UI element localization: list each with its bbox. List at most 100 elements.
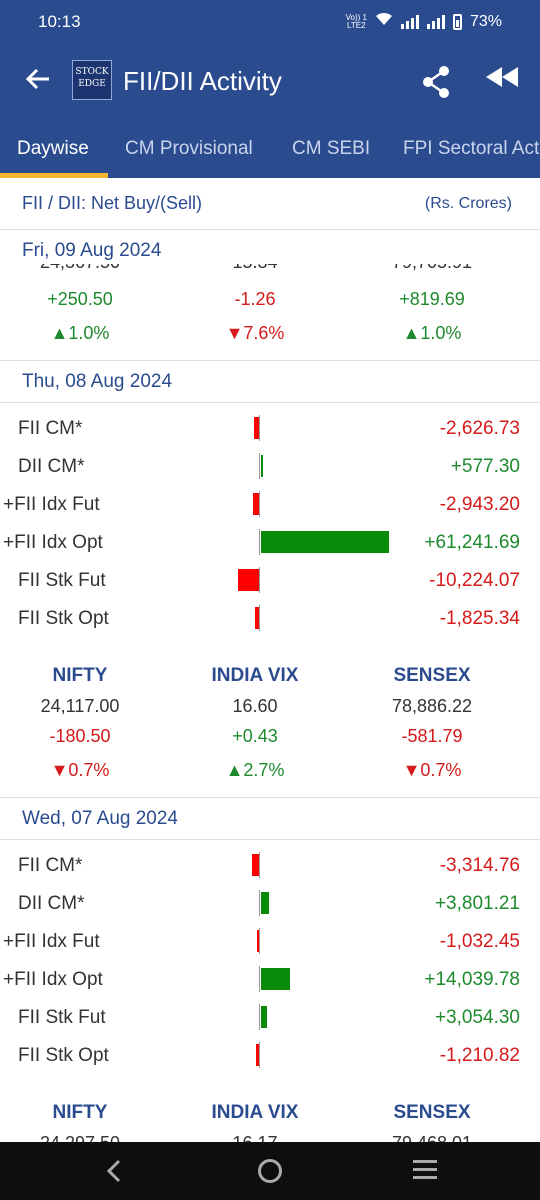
index-value: 16.60 [232, 696, 278, 716]
back-arrow-icon[interactable] [20, 64, 56, 100]
flow-label: +FII Idx Fut [3, 931, 100, 952]
network-indicator: Vo)) 1 LTE2 [346, 13, 367, 30]
flow-label: +FII Idx Fut [3, 494, 100, 515]
bar-axis [259, 852, 260, 878]
bar-axis [259, 605, 260, 631]
flow-label: FII Stk Fut [18, 1007, 106, 1028]
nav-home-icon[interactable] [258, 1159, 282, 1183]
bar-axis [259, 966, 260, 992]
flow-row: FII Stk Opt -1,210.82 [0, 1037, 540, 1075]
flow-value: -1,825.34 [439, 608, 520, 629]
index-change: +819.69 [399, 289, 465, 309]
buy-bar [261, 892, 269, 914]
date-label: Thu, 08 Aug 2024 [22, 371, 173, 392]
index-name: NIFTY [52, 1102, 108, 1123]
bar-axis [259, 529, 260, 555]
flow-row: FII Stk Fut -10,224.07 [0, 562, 540, 600]
flow-row: DII CM* +3,801.21 [0, 885, 540, 923]
sell-bar [253, 417, 259, 439]
flow-row: +FII Idx Fut -1,032.45 [0, 923, 540, 961]
index-change: -581.79 [401, 726, 463, 746]
bar-axis [259, 928, 260, 954]
index-value: 24,117.00 [40, 696, 120, 716]
bar-axis [259, 1042, 260, 1068]
flow-value: -1,032.45 [439, 931, 520, 952]
tab-cm-provisional[interactable]: CM Provisional [125, 138, 253, 160]
flow-label: +FII Idx Opt [3, 532, 103, 553]
logo-text-bottom: EDGE [78, 79, 106, 89]
flow-value: +577.30 [450, 456, 520, 477]
flow-value: +3,054.30 [434, 1007, 520, 1028]
sell-bar [256, 930, 259, 952]
index-percent: ▼0.7% [50, 760, 110, 780]
bar-axis [259, 415, 260, 441]
flow-label: FII CM* [18, 418, 83, 439]
buy-bar [261, 531, 389, 553]
flow-value: -2,943.20 [439, 494, 520, 515]
buy-bar [261, 968, 291, 990]
flow-row: +FII Idx Fut -2,943.20 [0, 486, 540, 524]
flow-label: FII CM* [18, 855, 83, 876]
index-values-clipped: 24,367.50 15.34 79,705.91 [0, 264, 540, 274]
sell-bar [252, 854, 259, 876]
flow-label: FII Stk Opt [18, 1045, 109, 1066]
flow-value: -3,314.76 [439, 855, 520, 876]
tab-cm-sebi[interactable]: CM SEBI [292, 138, 370, 160]
flow-label: DII CM* [18, 456, 85, 477]
bar-axis [259, 453, 260, 479]
nav-back-icon[interactable] [100, 1156, 130, 1186]
wifi-icon [375, 12, 393, 31]
index-percent: ▲2.7% [225, 760, 285, 780]
battery-icon [452, 13, 462, 30]
rewind-icon[interactable] [482, 64, 522, 100]
date-bar[interactable]: Wed, 07 Aug 2024 [0, 798, 540, 840]
flow-value: +61,241.69 [424, 532, 520, 553]
index-change: +0.43 [232, 726, 278, 746]
system-nav-bar [0, 1142, 540, 1200]
table-header: FII / DII: Net Buy/(Sell) (Rs. Crores) [0, 178, 540, 230]
flow-row: FII Stk Opt -1,825.34 [0, 600, 540, 638]
flow-row: FII CM* -2,626.73 [0, 410, 540, 448]
index-change: -1.26 [234, 289, 276, 309]
date-label: Wed, 07 Aug 2024 [22, 808, 178, 829]
flow-row: DII CM* +577.30 [0, 448, 540, 486]
content-scroll[interactable]: FII / DII: Net Buy/(Sell) (Rs. Crores) F… [0, 178, 540, 1142]
flow-label: FII Stk Fut [18, 570, 106, 591]
index-value: 24,297.50 [0, 1133, 160, 1142]
tab-bar: Daywise CM Provisional CM SEBI FPI Secto… [0, 124, 540, 178]
tab-fpi-sectoral[interactable]: FPI Sectoral Act [403, 138, 539, 160]
index-name: SENSEX [393, 1102, 471, 1123]
tab-daywise[interactable]: Daywise [17, 138, 89, 160]
index-percent: ▲1.0% [402, 323, 462, 343]
index-value: 78,886.22 [391, 696, 473, 716]
index-percent: ▲1.0% [50, 323, 110, 343]
signal-icon-2 [426, 14, 445, 29]
index-value: 79,468.01 [352, 1133, 512, 1142]
flow-value: -2,626.73 [439, 418, 520, 439]
signal-icon [400, 14, 419, 29]
flow-row: FII CM* -3,314.76 [0, 847, 540, 885]
index-value: 15.34 [175, 264, 335, 273]
page-title: FII/DII Activity [123, 66, 282, 96]
index-value: 24,367.50 [0, 264, 160, 273]
sell-bar [256, 1044, 259, 1066]
flow-label: FII Stk Opt [18, 608, 109, 629]
flow-value: -10,224.07 [429, 570, 520, 591]
bar-axis [259, 1004, 260, 1030]
index-name: SENSEX [393, 665, 471, 686]
date-bar[interactable]: Thu, 08 Aug 2024 [0, 361, 540, 403]
share-icon[interactable] [418, 62, 454, 102]
logo-text-top: STOCK [75, 67, 109, 77]
bar-axis [259, 890, 260, 916]
header-title: FII / DII: Net Buy/(Sell) [22, 193, 203, 213]
status-time: 10:13 [38, 12, 81, 31]
index-name: INDIA VIX [211, 665, 299, 686]
stockedge-logo: STOCK EDGE [72, 60, 112, 100]
nav-recents-icon[interactable] [413, 1160, 437, 1180]
index-percent: ▼7.6% [225, 323, 285, 343]
flow-value: +3,801.21 [434, 893, 520, 914]
flow-label: DII CM* [18, 893, 85, 914]
header-units: (Rs. Crores) [424, 195, 512, 212]
bar-axis [259, 491, 260, 517]
index-name: NIFTY [52, 665, 108, 686]
